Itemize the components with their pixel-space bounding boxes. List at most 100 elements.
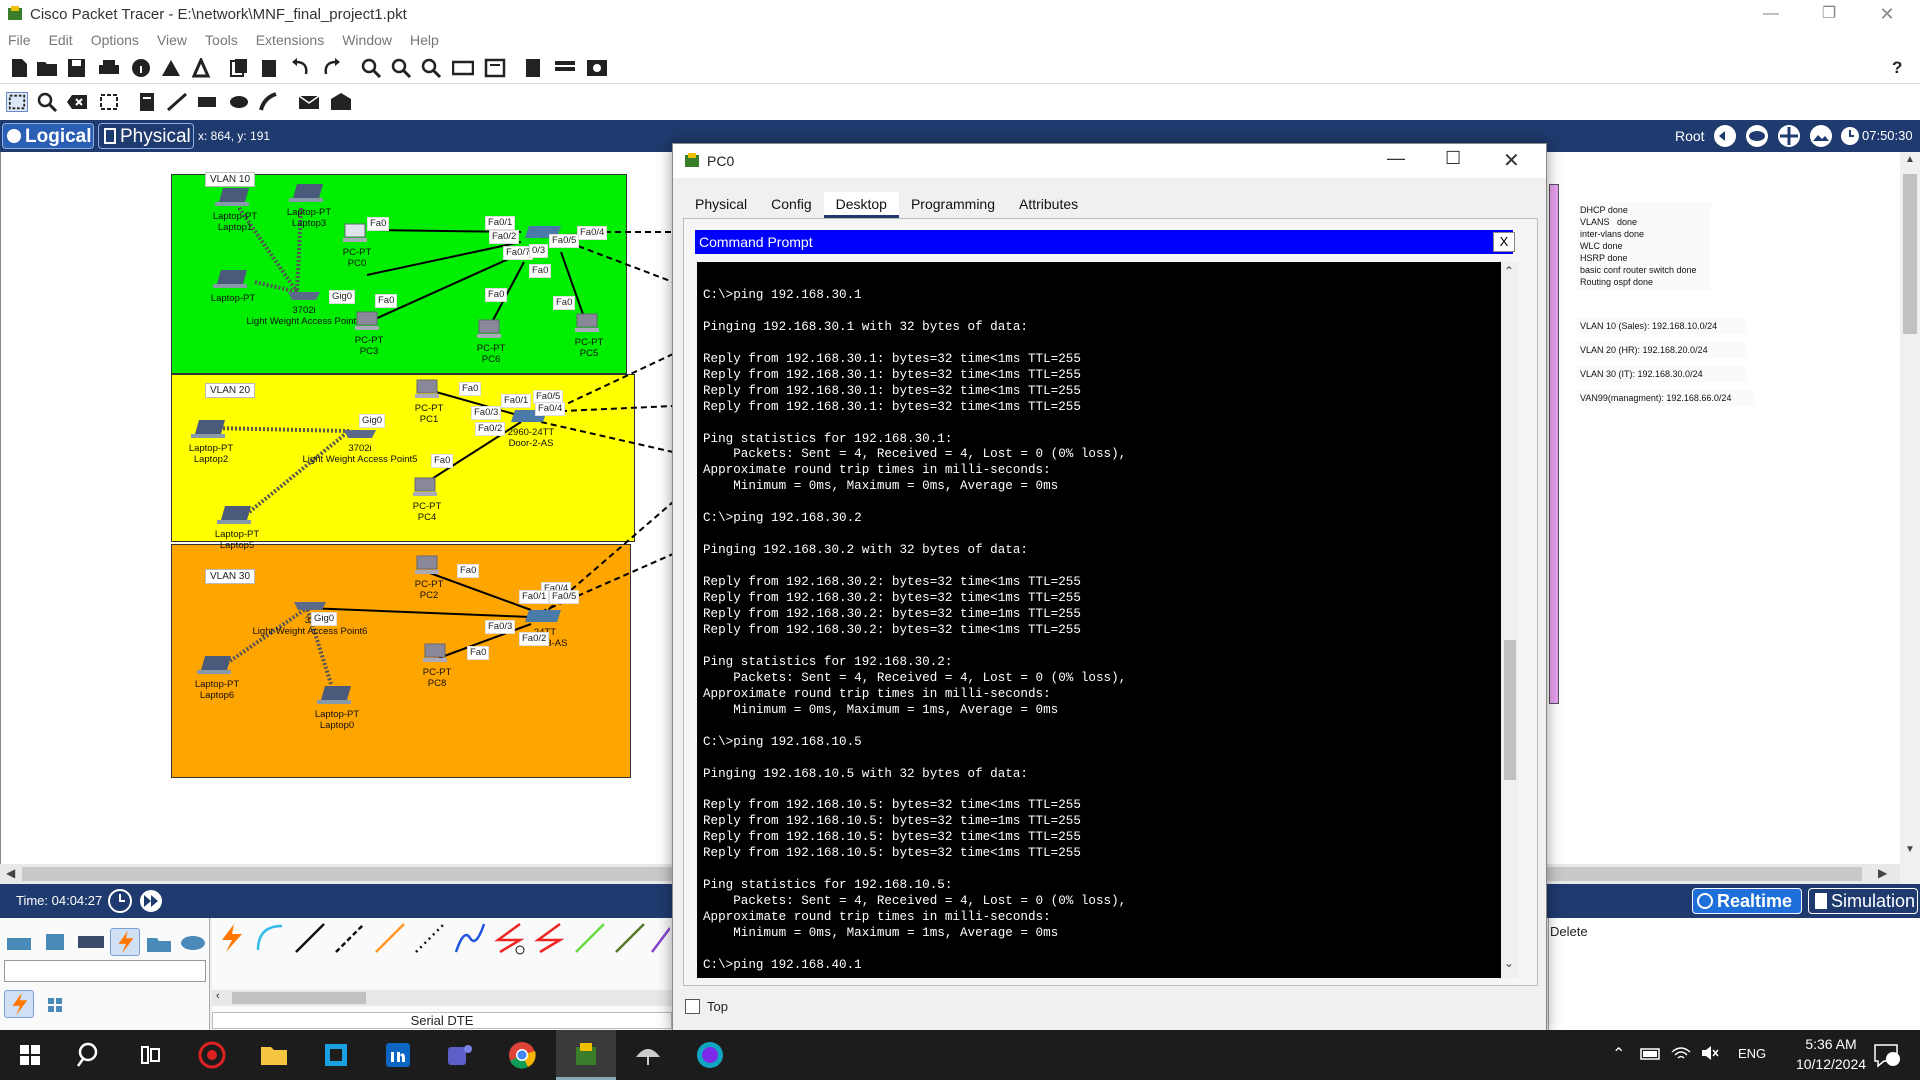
vscroll-thumb[interactable] (1903, 174, 1917, 334)
console-cable-icon[interactable] (252, 920, 288, 956)
place-note-icon[interactable] (136, 92, 158, 112)
power-cycle-icon[interactable] (108, 889, 132, 913)
draw-rectangle-icon[interactable] (196, 92, 218, 112)
canva-icon[interactable] (694, 1039, 726, 1071)
menu-extensions[interactable]: Extensions (256, 32, 324, 48)
laptop0-device[interactable]: Laptop-PT Laptop0 (307, 684, 367, 731)
pc1-device[interactable]: PC-PT PC1 (407, 378, 451, 425)
access-point5-device[interactable]: 3702i Light Weight Access Point5 (295, 426, 425, 465)
info-icon[interactable] (130, 58, 152, 78)
new-file-icon[interactable] (8, 58, 30, 78)
inspect-icon[interactable] (36, 92, 58, 112)
add-simple-pdu-icon[interactable] (298, 92, 320, 112)
end-devices-icon[interactable] (40, 928, 70, 956)
windows-start-icon[interactable] (14, 1039, 46, 1071)
terminal-scroll-thumb[interactable] (1504, 640, 1516, 780)
pc8-device[interactable]: PC-PT PC8 (415, 642, 459, 689)
custom-device-icon[interactable] (484, 58, 506, 78)
status-note[interactable]: DHCP done VLANS done inter-vlans done WL… (1577, 202, 1711, 290)
tab-physical[interactable]: Physical (683, 192, 759, 218)
dialog-close-button[interactable]: ✕ (1503, 148, 1520, 173)
laptop1-device[interactable]: Laptop-PT Laptop1 (205, 186, 265, 233)
app-red-icon[interactable] (196, 1039, 228, 1071)
vlan99-note[interactable]: VAN99(managment): 192.168.66.0/24 (1577, 390, 1755, 406)
open-folder-icon[interactable] (36, 58, 58, 78)
minimize-button[interactable]: — (1742, 0, 1800, 28)
packet-tracer-task-icon[interactable] (570, 1039, 602, 1071)
scroll-right-icon[interactable]: ▶ (1878, 866, 1887, 880)
redo-icon[interactable] (320, 58, 342, 78)
delete-label[interactable]: Delete (1550, 924, 1588, 939)
volume-muted-icon[interactable] (1700, 1044, 1720, 1062)
simulation-button[interactable]: Simulation (1808, 888, 1918, 914)
chevron-up-icon[interactable]: ⌃ (1612, 1044, 1625, 1064)
back-icon[interactable] (1712, 124, 1738, 148)
pc4-device[interactable]: PC-PT PC4 (405, 476, 449, 523)
access-point6-device[interactable]: 37 Light Weight Access Point6 (245, 598, 375, 637)
app-blue-icon[interactable] (320, 1039, 352, 1071)
pc6-device[interactable]: PC-PT PC6 (469, 318, 513, 365)
pc2-device[interactable]: PC-PT PC2 (407, 554, 451, 601)
restore-button[interactable]: ❐ (1800, 0, 1858, 28)
grid-icon[interactable] (40, 990, 70, 1018)
multiuser-icon[interactable] (178, 928, 208, 956)
tab-physical[interactable]: Physical (98, 123, 194, 149)
octal-cable-icon[interactable] (572, 920, 608, 956)
move-object-icon[interactable] (1776, 124, 1802, 148)
vlan20-note[interactable]: VLAN 20 (HR): 192.168.20.0/24 (1577, 342, 1747, 358)
terminal-output[interactable]: C:\>ping 192.168.30.1 Pinging 192.168.30… (697, 262, 1501, 978)
add-complex-pdu-icon[interactable] (330, 92, 352, 112)
resize-shape-icon[interactable] (98, 92, 120, 112)
menu-window[interactable]: Window (342, 32, 392, 48)
task-view-icon[interactable] (134, 1039, 166, 1071)
connections-subtype-icon[interactable] (4, 990, 34, 1018)
vlan30-note[interactable]: VLAN 30 (IT): 192.168.30.0/24 (1577, 366, 1747, 382)
file-explorer-icon[interactable] (258, 1039, 290, 1071)
root-label[interactable]: Root (1675, 128, 1705, 144)
laptop6-device[interactable]: Laptop-PT Laptop6 (187, 654, 247, 701)
activity-wizard-icon[interactable] (190, 58, 212, 78)
vlan10-note[interactable]: VLAN 10 (Sales): 192.168.10.0/24 (1577, 318, 1747, 334)
menu-view[interactable]: View (157, 32, 187, 48)
iot-cable-icon[interactable] (612, 920, 648, 956)
serial-dte-icon[interactable] (532, 920, 568, 956)
taskbar-time[interactable]: 5:36 AM (1790, 1036, 1872, 1052)
chrome-icon[interactable] (506, 1039, 538, 1071)
pc5-device[interactable]: PC-PT PC5 (567, 312, 611, 359)
tab-programming[interactable]: Programming (899, 192, 1007, 218)
device-search-field[interactable] (4, 960, 206, 982)
select-tool-icon[interactable] (6, 92, 28, 112)
tab-logical[interactable]: Logical (2, 123, 94, 149)
menu-help[interactable]: Help (410, 32, 439, 48)
zoom-out-icon[interactable] (420, 58, 442, 78)
tab-desktop[interactable]: Desktop (823, 192, 899, 218)
laptop2-device[interactable]: Laptop-PT Laptop2 (181, 418, 241, 465)
battery-icon[interactable] (1640, 1046, 1662, 1062)
language-indicator[interactable]: ENG (1738, 1046, 1766, 1061)
taskbar-date[interactable]: 10/12/2024 (1776, 1056, 1886, 1072)
components-icon[interactable] (76, 928, 106, 956)
print-icon[interactable] (98, 58, 120, 78)
notifications-icon[interactable] (1872, 1042, 1900, 1068)
fiber-icon[interactable] (372, 920, 408, 956)
auto-connection-icon[interactable] (212, 920, 248, 956)
search-icon[interactable] (74, 1039, 106, 1071)
phone-cable-icon[interactable] (412, 920, 448, 956)
usb-cable-icon[interactable] (650, 920, 670, 956)
delete-tool-icon[interactable] (66, 92, 88, 112)
workspace-vscrollbar[interactable]: ▲ ▼ (1900, 152, 1920, 870)
copper-straight-icon[interactable] (292, 920, 328, 956)
freeform-icon[interactable] (258, 92, 280, 112)
close-button[interactable]: ✕ (1858, 0, 1916, 28)
dialog-maximize-button[interactable]: ☐ (1445, 148, 1461, 169)
scroll-down-icon[interactable]: ⌄ (1504, 956, 1514, 970)
viewport-icon[interactable] (522, 58, 544, 78)
connections-icon[interactable] (110, 928, 140, 956)
scroll-down-icon[interactable]: ▼ (1905, 844, 1915, 855)
physical-workspace-icon[interactable] (586, 58, 608, 78)
network-wizard-icon[interactable] (160, 58, 182, 78)
help-button[interactable]: ? (1892, 58, 1902, 78)
dialog-minimize-button[interactable]: — (1387, 148, 1405, 169)
top-checkbox[interactable] (685, 999, 700, 1014)
cluster-icon[interactable] (1744, 124, 1770, 148)
